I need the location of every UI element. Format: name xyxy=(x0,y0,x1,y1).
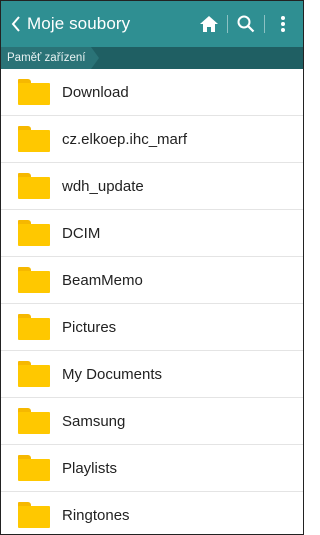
list-item[interactable]: Samsung xyxy=(1,398,303,445)
list-item[interactable]: Ringtones xyxy=(1,492,303,534)
list-item[interactable]: Playlists xyxy=(1,445,303,492)
folder-name: Samsung xyxy=(62,412,126,430)
folder-name: wdh_update xyxy=(62,177,144,195)
more-vert-icon[interactable] xyxy=(265,1,301,47)
folder-name: My Documents xyxy=(62,365,163,383)
breadcrumb-label: Paměť zařízení xyxy=(7,52,86,64)
back-arrow-icon[interactable] xyxy=(5,1,27,47)
list-item[interactable]: Download xyxy=(1,69,303,116)
list-item[interactable]: Pictures xyxy=(1,304,303,351)
search-icon[interactable] xyxy=(228,1,264,47)
folder-icon xyxy=(18,79,50,105)
list-item[interactable]: DCIM xyxy=(1,210,303,257)
action-group xyxy=(191,1,301,47)
list-item[interactable]: wdh_update xyxy=(1,163,303,210)
folder-icon xyxy=(18,126,50,152)
folder-name: Pictures xyxy=(62,318,117,336)
folder-name: Ringtones xyxy=(62,506,130,524)
home-icon[interactable] xyxy=(191,1,227,47)
folder-icon xyxy=(18,408,50,434)
folder-name: Download xyxy=(62,83,129,101)
file-manager-screen: Moje soubory Paměť zařízení Download cz.… xyxy=(0,0,304,535)
folder-icon xyxy=(18,361,50,387)
list-item[interactable]: BeamMemo xyxy=(1,257,303,304)
folder-name: DCIM xyxy=(62,224,101,242)
page-title[interactable]: Moje soubory xyxy=(27,14,191,34)
folder-list: Download cz.elkoep.ihc_marf wdh_update D… xyxy=(1,69,303,534)
breadcrumb: Paměť zařízení xyxy=(1,47,303,69)
folder-name: Playlists xyxy=(62,459,118,477)
breadcrumb-item-device-storage[interactable]: Paměť zařízení xyxy=(1,47,100,69)
list-item[interactable]: My Documents xyxy=(1,351,303,398)
folder-name: BeamMemo xyxy=(62,271,143,289)
folder-name: cz.elkoep.ihc_marf xyxy=(62,130,188,148)
folder-icon xyxy=(18,220,50,246)
folder-icon xyxy=(18,267,50,293)
folder-icon xyxy=(18,314,50,340)
folder-icon xyxy=(18,173,50,199)
folder-icon xyxy=(18,455,50,481)
folder-icon xyxy=(18,502,50,528)
list-item[interactable]: cz.elkoep.ihc_marf xyxy=(1,116,303,163)
app-bar: Moje soubory xyxy=(1,1,303,47)
